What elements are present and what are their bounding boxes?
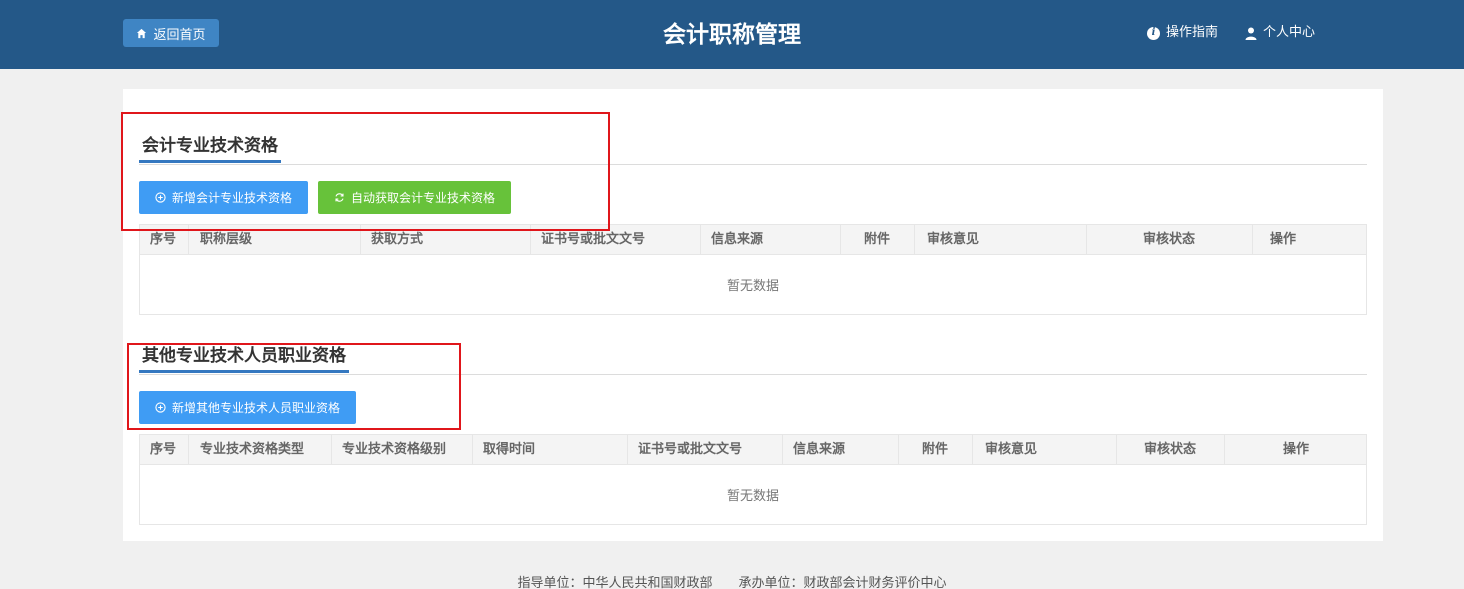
column-header: 证书号或批文文号 bbox=[638, 442, 743, 457]
column-header: 审核状态 bbox=[1143, 442, 1196, 457]
main-card: 会计专业技术资格 新增会计专业技术资格 自动获取会计专业技术资格 序号 职称层级… bbox=[123, 89, 1383, 541]
column-header: 证书号或批文文号 bbox=[541, 232, 646, 247]
section-title-other: 其他专业技术人员职业资格 bbox=[139, 344, 349, 373]
column-header: 专业技术资格类型 bbox=[200, 442, 305, 457]
column-header: 信息来源 bbox=[793, 442, 846, 457]
top-bar: 返回首页 会计职称管理 i 操作指南 个人中心 bbox=[0, 0, 1464, 69]
empty-state: 暂无数据 bbox=[726, 489, 779, 504]
add-accounting-qualification-button[interactable]: 新增会计专业技术资格 bbox=[139, 181, 308, 214]
table-header: 序号 专业技术资格类型 专业技术资格级别 取得时间 证书号或批文文号 信息来源 … bbox=[140, 435, 1366, 465]
column-header: 信息来源 bbox=[711, 232, 764, 247]
footer-host-unit: 承办单位：财政部会计财务评价中心 bbox=[738, 576, 947, 589]
section-divider bbox=[139, 374, 1367, 375]
column-header: 操作 bbox=[1269, 232, 1296, 247]
user-center-link[interactable]: 个人中心 bbox=[1245, 24, 1315, 42]
column-header: 取得时间 bbox=[483, 442, 536, 457]
column-header: 附件 bbox=[863, 232, 890, 247]
guide-link[interactable]: i 操作指南 bbox=[1147, 24, 1218, 42]
other-qualification-table: 序号 专业技术资格类型 专业技术资格级别 取得时间 证书号或批文文号 信息来源 … bbox=[139, 434, 1367, 525]
add-other-qualification-button[interactable]: 新增其他专业技术人员职业资格 bbox=[139, 391, 356, 424]
column-header: 序号 bbox=[150, 442, 177, 457]
column-header: 专业技术资格级别 bbox=[342, 442, 447, 457]
column-header: 审核意见 bbox=[927, 232, 980, 247]
empty-state: 暂无数据 bbox=[726, 279, 779, 294]
column-header: 审核意见 bbox=[985, 442, 1038, 457]
section-title-accounting: 会计专业技术资格 bbox=[139, 134, 281, 163]
table-header: 序号 职称层级 获取方式 证书号或批文文号 信息来源 附件 审核意见 审核状态 … bbox=[140, 225, 1366, 255]
column-header: 序号 bbox=[150, 232, 177, 247]
column-header: 附件 bbox=[921, 442, 948, 457]
plus-circle-icon bbox=[155, 402, 166, 413]
user-center-label: 个人中心 bbox=[1263, 25, 1316, 40]
add-accounting-qualification-label: 新增会计专业技术资格 bbox=[171, 191, 292, 205]
plus-circle-icon bbox=[155, 192, 166, 203]
auto-fetch-qualification-button[interactable]: 自动获取会计专业技术资格 bbox=[318, 181, 511, 214]
accounting-qualification-table: 序号 职称层级 获取方式 证书号或批文文号 信息来源 附件 审核意见 审核状态 … bbox=[139, 224, 1367, 315]
footer-guide-unit: 指导单位：中华人民共和国财政部 bbox=[517, 576, 713, 589]
footer: 指导单位：中华人民共和国财政部 承办单位：财政部会计财务评价中心 bbox=[0, 572, 1464, 589]
add-other-qualification-label: 新增其他专业技术人员职业资格 bbox=[171, 401, 340, 415]
info-icon: i bbox=[1147, 26, 1160, 40]
guide-link-label: 操作指南 bbox=[1166, 25, 1219, 40]
auto-fetch-qualification-label: 自动获取会计专业技术资格 bbox=[350, 191, 495, 205]
column-header: 获取方式 bbox=[371, 232, 424, 247]
section-divider bbox=[139, 164, 1367, 165]
column-header: 操作 bbox=[1282, 442, 1309, 457]
refresh-icon bbox=[335, 193, 344, 202]
user-icon bbox=[1245, 27, 1257, 40]
column-header: 职称层级 bbox=[200, 232, 253, 247]
